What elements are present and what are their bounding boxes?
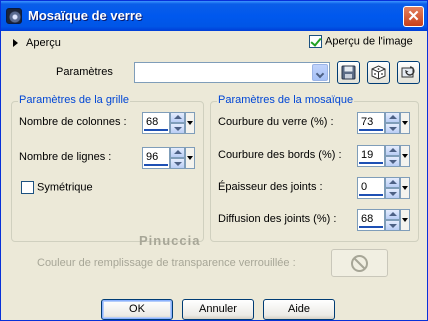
joint-thickness-stepper[interactable] xyxy=(385,177,400,199)
presets-label: Paramètres xyxy=(56,66,113,78)
joint-diffusion-dropdown-icon[interactable] xyxy=(400,209,410,231)
joint-thickness-spinner[interactable]: 0 xyxy=(357,177,410,199)
locked-color-label: Couleur de remplissage de transparence v… xyxy=(37,257,296,269)
prohibited-icon xyxy=(351,255,368,272)
edge-curve-label: Courbure des bords (%) : xyxy=(218,149,342,161)
joint-thickness-label: Épaisseur des joints : xyxy=(218,181,323,193)
mosaic-settings-group: Paramètres de la mosaïque Courbure du ve… xyxy=(210,94,419,242)
symmetric-check[interactable] xyxy=(21,181,34,194)
rows-spinner[interactable]: 96 xyxy=(142,147,195,169)
edge-curve-dropdown-icon[interactable] xyxy=(400,145,410,167)
grid-settings-title: Paramètres de la grille xyxy=(18,94,131,106)
floppy-disk-icon xyxy=(341,65,356,80)
glass-curve-up-icon[interactable] xyxy=(385,112,400,123)
rows-dropdown-icon[interactable] xyxy=(185,147,195,169)
edge-curve-up-icon[interactable] xyxy=(385,145,400,156)
glass-curve-label: Courbure du verre (%) : xyxy=(218,116,334,128)
mosaic-settings-title: Paramètres de la mosaïque xyxy=(217,94,355,106)
joint-thickness-down-icon[interactable] xyxy=(385,188,400,199)
glass-curve-down-icon[interactable] xyxy=(385,123,400,134)
glass-curve-stepper[interactable] xyxy=(385,112,400,134)
help-button[interactable]: Aide xyxy=(263,299,335,320)
joint-diffusion-stepper[interactable] xyxy=(385,209,400,231)
locked-color-button[interactable] xyxy=(331,249,388,277)
joint-diffusion-spinner[interactable]: 68 xyxy=(357,209,410,231)
rows-down-icon[interactable] xyxy=(170,158,185,169)
rows-up-icon[interactable] xyxy=(170,147,185,158)
dialog-window: Mosaïque de verre ✕ Aperçu Aperçu de l'i… xyxy=(0,0,428,321)
rows-label: Nombre de lignes : xyxy=(19,151,112,163)
joint-diffusion-down-icon[interactable] xyxy=(385,220,400,231)
edge-curve-input[interactable]: 19 xyxy=(357,145,385,167)
rows-input[interactable]: 96 xyxy=(142,147,170,169)
glass-curve-dropdown-icon[interactable] xyxy=(400,112,410,134)
cancel-button[interactable]: Annuler xyxy=(182,299,254,320)
watermark-text: Pinuccia xyxy=(139,233,201,248)
edge-curve-stepper[interactable] xyxy=(385,145,400,167)
image-preview-check[interactable] xyxy=(309,35,322,48)
joint-thickness-input[interactable]: 0 xyxy=(357,177,385,199)
columns-label: Nombre de colonnes : xyxy=(19,116,127,128)
joint-diffusion-input[interactable]: 68 xyxy=(357,209,385,231)
preview-toggle[interactable]: Aperçu xyxy=(13,37,61,49)
edge-curve-spinner[interactable]: 19 xyxy=(357,145,410,167)
symmetric-checkbox[interactable]: Symétrique xyxy=(21,181,93,194)
joint-diffusion-label: Diffusion des joints (%) : xyxy=(218,213,337,225)
columns-input[interactable]: 68 xyxy=(142,112,170,134)
joint-thickness-up-icon[interactable] xyxy=(385,177,400,188)
grid-settings-group: Paramètres de la grille Nombre de colonn… xyxy=(11,94,204,242)
glass-curve-spinner[interactable]: 73 xyxy=(357,112,410,134)
rows-stepper[interactable] xyxy=(170,147,185,169)
save-preset-button[interactable] xyxy=(337,61,360,84)
columns-spinner[interactable]: 68 xyxy=(142,112,195,134)
joint-thickness-dropdown-icon[interactable] xyxy=(400,177,410,199)
random-button[interactable] xyxy=(367,61,390,84)
ok-button[interactable]: OK xyxy=(101,299,173,320)
presets-dropdown-button[interactable] xyxy=(312,64,328,81)
expand-arrow-icon xyxy=(13,39,18,48)
image-preview-checkbox[interactable]: Aperçu de l'image xyxy=(309,35,413,48)
glass-curve-input[interactable]: 73 xyxy=(357,112,385,134)
window-title: Mosaïque de verre xyxy=(28,8,143,23)
dice-icon xyxy=(371,65,386,80)
joint-diffusion-up-icon[interactable] xyxy=(385,209,400,220)
presets-combo[interactable] xyxy=(134,62,330,83)
close-button[interactable]: ✕ xyxy=(403,6,424,27)
columns-up-icon[interactable] xyxy=(170,112,185,123)
app-icon xyxy=(6,8,22,24)
preview-label: Aperçu xyxy=(26,37,61,49)
image-preview-label: Aperçu de l'image xyxy=(325,35,413,48)
reset-icon xyxy=(401,66,415,78)
columns-dropdown-icon[interactable] xyxy=(185,112,195,134)
columns-down-icon[interactable] xyxy=(170,123,185,134)
reset-button[interactable] xyxy=(397,61,420,84)
edge-curve-down-icon[interactable] xyxy=(385,156,400,167)
columns-stepper[interactable] xyxy=(170,112,185,134)
symmetric-label: Symétrique xyxy=(37,181,93,194)
title-bar[interactable]: Mosaïque de verre ✕ xyxy=(1,1,427,31)
